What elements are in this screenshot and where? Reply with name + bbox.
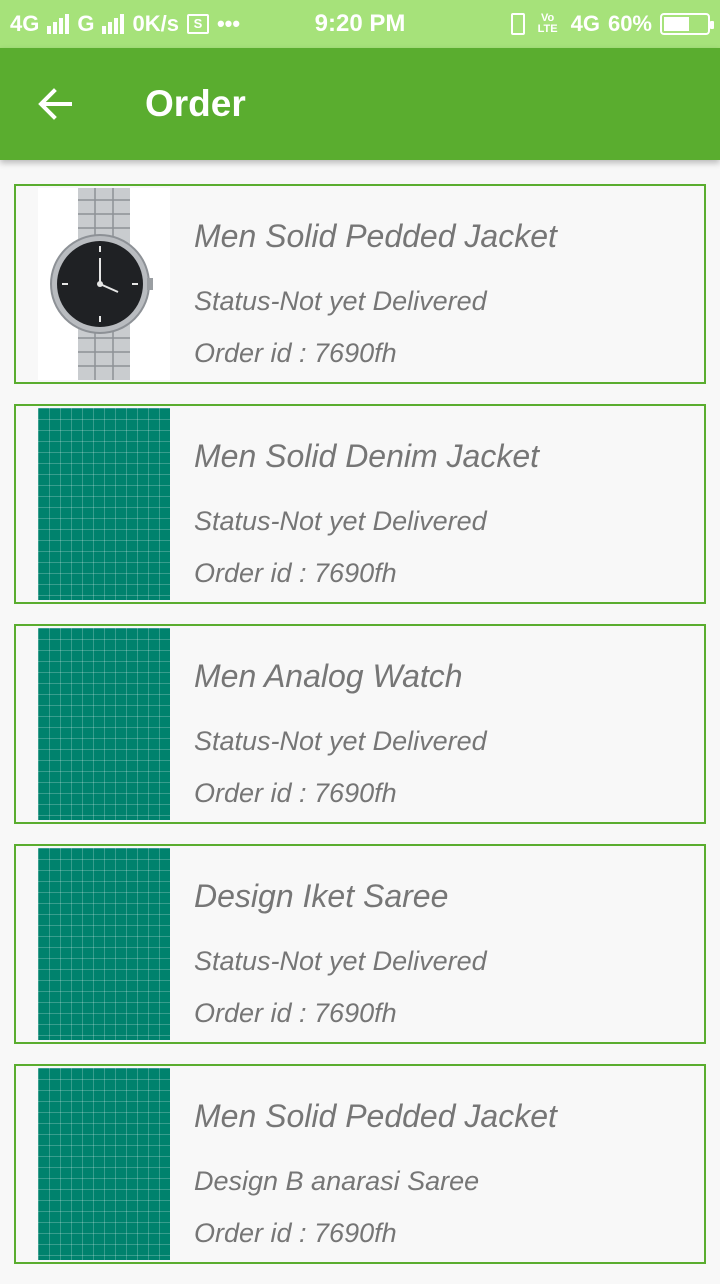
order-id: Order id : 7690fh (194, 998, 397, 1028)
product-name: Men Solid Pedded Jacket (194, 218, 557, 254)
product-name: Design Iket Saree (194, 878, 449, 914)
order-card[interactable]: Men Solid Denim Jacket Status-Not yet Del… (14, 404, 706, 604)
order-id: Order id : 7690fh (194, 778, 397, 808)
product-image-placeholder (38, 1068, 170, 1260)
order-id: Order id : 7690fh (194, 338, 397, 368)
order-status: Status-Not yet Delivered (194, 726, 487, 756)
product-name: Men Solid Pedded Jacket (194, 1098, 557, 1134)
arrow-left-icon[interactable] (34, 84, 78, 124)
page-title: Order (145, 83, 246, 124)
order-status: Status-Not yet Delivered (194, 506, 487, 536)
product-name: Men Solid Denim Jacket (194, 438, 540, 474)
order-status: Status-Not yet Delivered (194, 946, 487, 976)
product-name: Men Analog Watch (194, 658, 463, 694)
battery-percent: 60% (607, 11, 652, 36)
product-image-placeholder (38, 628, 170, 820)
order-id: Order id : 7690fh (194, 1218, 397, 1248)
product-image-placeholder (38, 408, 170, 600)
battery-icon (660, 13, 714, 35)
order-card[interactable]: Men Solid Pedded Jacket Design B anarasi … (14, 1064, 706, 1264)
vibrate-icon (510, 13, 525, 35)
battery-fill (664, 17, 690, 31)
app-bar: Order (0, 48, 720, 160)
order-card[interactable]: Design Iket Saree Status-Not yet Delivere… (14, 844, 706, 1044)
order-card[interactable]: Men Analog Watch Status-Not yet Delivered… (14, 624, 706, 824)
status-bar: 4G G 0K/s S ••• 9:20 PM Vo LTE 4G 60% (0, 0, 720, 48)
volte-label: Vo LTE (537, 12, 558, 35)
product-image-watch (38, 188, 170, 380)
product-image-placeholder (38, 848, 170, 1040)
order-status: Status-Not yet Delivered (194, 286, 487, 316)
network-type-4g-right: 4G (570, 11, 600, 36)
order-status: Design B anarasi Saree (194, 1166, 480, 1196)
status-right: Vo LTE 4G 60% (510, 0, 714, 48)
order-card[interactable]: Men Solid Pedded Jacket Status-Not yet De… (14, 184, 706, 384)
order-id: Order id : 7690fh (194, 558, 397, 588)
order-list: Men Solid Pedded Jacket Status-Not yet De… (14, 184, 706, 1284)
